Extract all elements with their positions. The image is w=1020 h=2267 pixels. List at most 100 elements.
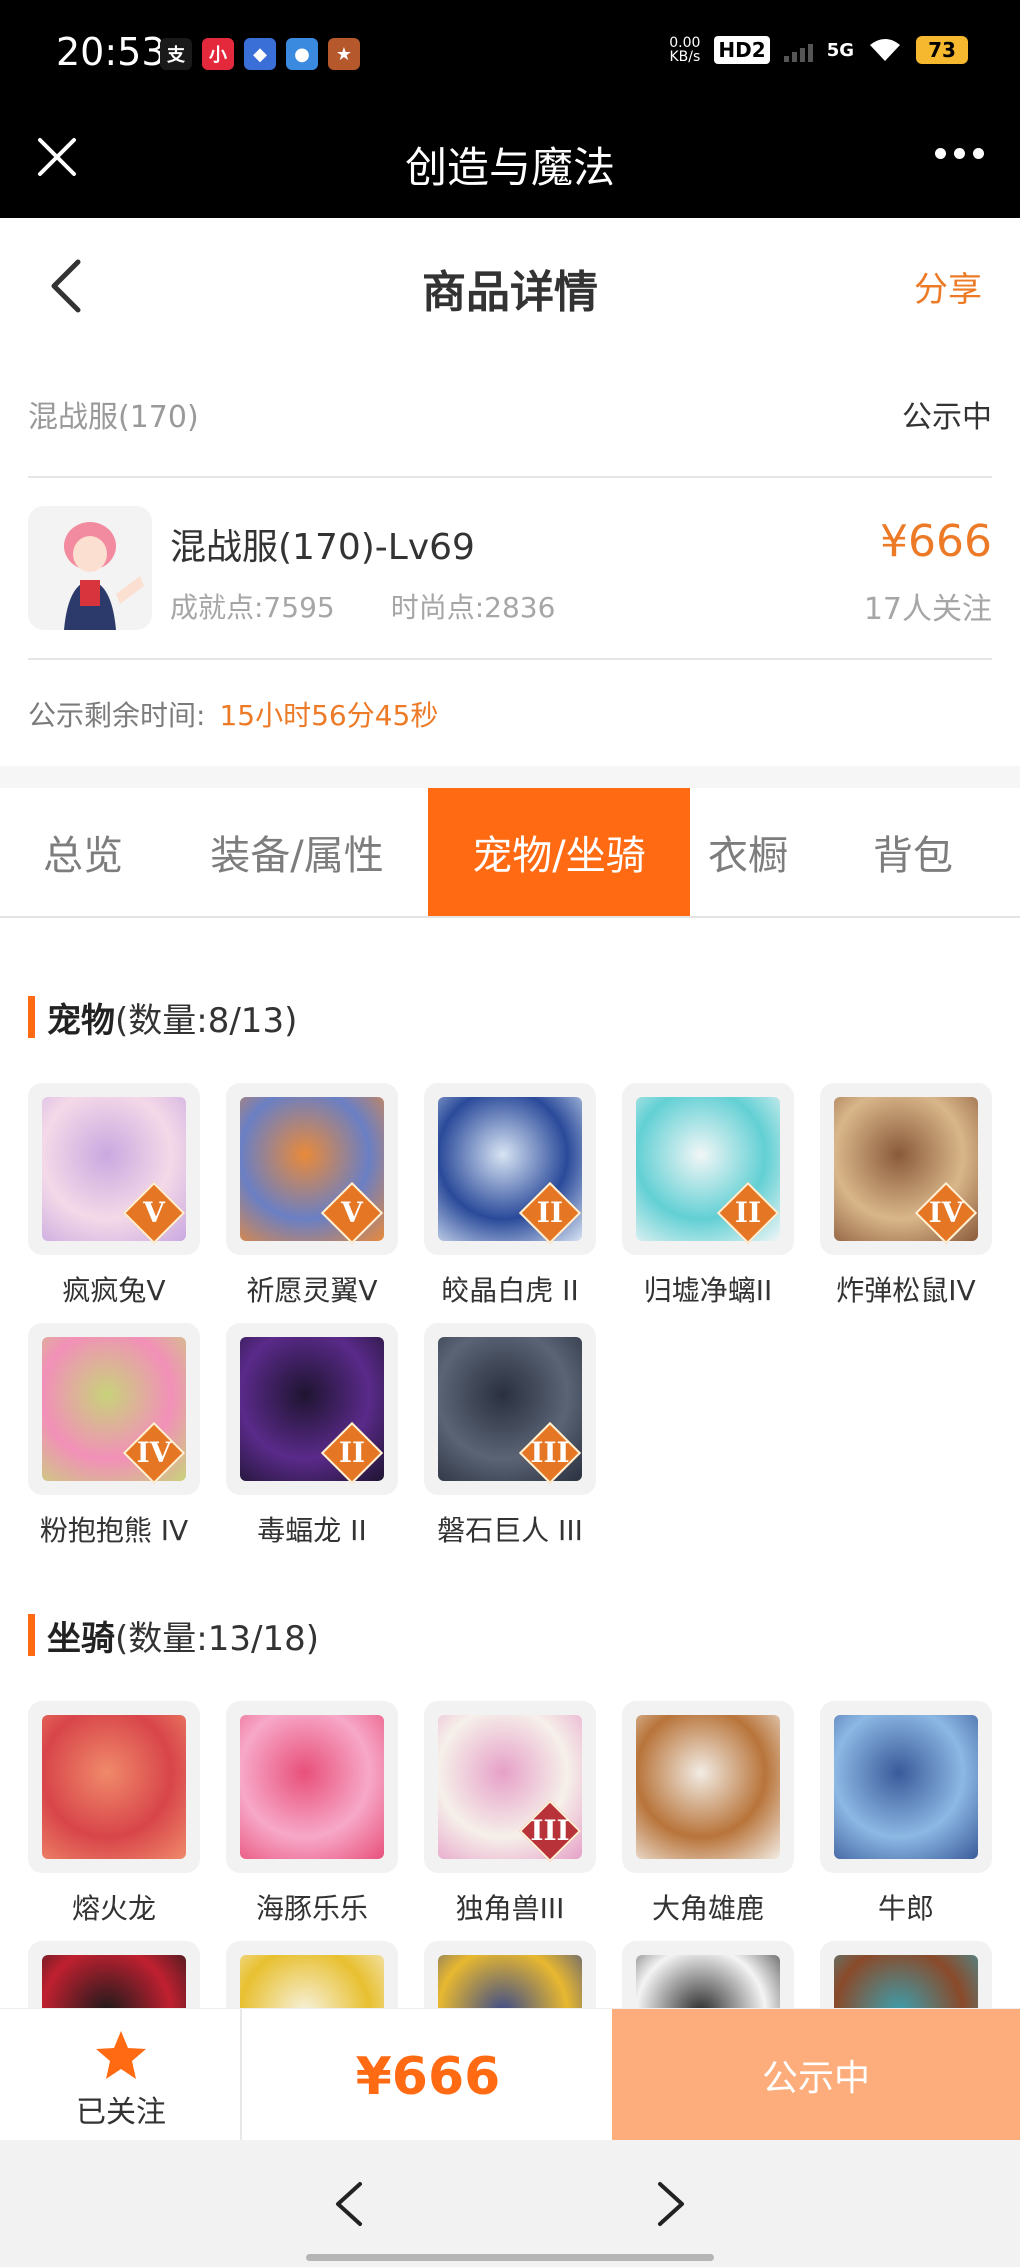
item-name: 熔火龙 [71, 1892, 156, 1925]
product-price: ¥666 [880, 516, 992, 567]
item-thumbnail: II [424, 1083, 596, 1255]
pet-card[interactable]: V 疯疯兔V [28, 1083, 200, 1309]
signal-weak-icon [783, 38, 813, 62]
item-name: 疯疯兔V [62, 1274, 166, 1307]
rank-badge-label: II [338, 1436, 366, 1469]
item-thumbnail: V [226, 1083, 398, 1255]
section-accent-bar [28, 1614, 35, 1656]
item-name: 磐石巨人 III [437, 1514, 583, 1547]
follow-label: 已关注 [76, 2095, 166, 2130]
net-speed: 0.00 KB/s [669, 35, 701, 65]
mount-card[interactable]: 海豚乐乐 [226, 1701, 398, 1927]
tab-1[interactable]: 装备/属性 [166, 788, 428, 916]
item-name: 归墟净螭II [643, 1274, 773, 1307]
rank-badge-label: II [734, 1196, 762, 1229]
lava-dragon-mount-icon [42, 1715, 186, 1859]
item-thumbnail [820, 1701, 992, 1873]
status-indicators: 0.00 KB/s HD2 5G 73 [669, 36, 968, 64]
item-thumbnail: IV [28, 1323, 200, 1495]
item-name: 独角兽III [455, 1892, 565, 1925]
pets-count: (数量:8/13) [115, 1000, 298, 1041]
pet-card[interactable]: V 祈愿灵翼V [226, 1083, 398, 1309]
share-button[interactable]: 分享 [914, 262, 982, 311]
mount-card[interactable]: III 独角兽III [424, 1701, 596, 1927]
pet-card[interactable]: II 毒蝠龙 II [226, 1323, 398, 1549]
wifi-icon [870, 39, 900, 61]
dolphin-lele-mount-icon [240, 1715, 384, 1859]
status-time: 20:53 [56, 30, 166, 74]
item-thumbnail: III [424, 1323, 596, 1495]
mounts-count: (数量:13/18) [115, 1618, 319, 1659]
achievement-points: 成就点:7595 [170, 591, 335, 624]
mount-card[interactable]: 牛郎 [820, 1701, 992, 1927]
mount-card[interactable]: 熔火龙 [28, 1701, 200, 1927]
product-stats: 成就点:7595 时尚点:2836 [170, 586, 555, 626]
item-name: 牛郎 [877, 1892, 934, 1925]
mount-card[interactable]: 大角雄鹿 [622, 1701, 794, 1927]
status-bar: 20:53 支小 ◆ ● ★ 0.00 KB/s HD2 5G 73 [0, 0, 1020, 110]
item-name: 皎晶白虎 II [441, 1274, 579, 1307]
pet-card[interactable]: II 归墟净螭II [622, 1083, 794, 1309]
tab-0[interactable]: 总览 [0, 788, 166, 916]
rank-badge-label: IV [928, 1196, 964, 1229]
page-header: 商品详情 分享 [0, 218, 1020, 352]
rank-badge-label: III [530, 1436, 570, 1469]
game-app-icon-2: ● [286, 38, 318, 70]
hd-voice-icon: HD2 [714, 36, 770, 64]
pet-card[interactable]: II 皎晶白虎 II [424, 1083, 596, 1309]
pets-section-title: 宠物 (数量:8/13) [28, 995, 298, 1041]
divider [28, 658, 992, 660]
section-accent-bar [28, 996, 35, 1038]
item-name: 炸弹松鼠IV [836, 1274, 976, 1307]
bottom-action-bar: 已关注 ¥666 公示中 [0, 2008, 1020, 2141]
alipay-icon: 支 [160, 38, 192, 70]
remaining-label: 公示剩余时间: [28, 699, 206, 732]
character-portrait-icon [28, 506, 152, 630]
server-row: 混战服(170) 公示中 [28, 388, 992, 438]
follow-button[interactable]: 已关注 [0, 2009, 242, 2141]
home-indicator[interactable] [306, 2254, 714, 2261]
character-avatar [28, 506, 152, 630]
item-thumbnail: II [226, 1323, 398, 1495]
publicity-status-button[interactable]: 公示中 [612, 2009, 1020, 2141]
item-name: 大角雄鹿 [651, 1892, 764, 1925]
detail-tabs: 总览 装备/属性 宠物/坐骑 衣橱 背包 [0, 788, 1020, 918]
mounts-section-title: 坐骑 (数量:13/18) [28, 1613, 319, 1659]
app-title: 创造与魔法 [404, 143, 615, 192]
tab-4[interactable]: 背包 [806, 788, 1020, 916]
item-name: 粉抱抱熊 IV [39, 1514, 189, 1547]
tab-2[interactable]: 宠物/坐骑 [428, 788, 690, 916]
publicity-remaining: 公示剩余时间: 15小时56分45秒 [28, 694, 438, 734]
nav-forward-icon[interactable] [650, 2178, 690, 2230]
pet-card[interactable]: III 磐石巨人 III [424, 1323, 596, 1549]
item-thumbnail: V [28, 1083, 200, 1255]
browser-nav-bar [0, 2140, 1020, 2267]
item-thumbnail [226, 1701, 398, 1873]
item-name: 毒蝠龙 II [257, 1514, 367, 1547]
follower-count: 17人关注 [863, 592, 992, 627]
item-name: 海豚乐乐 [255, 1892, 368, 1925]
item-thumbnail: II [622, 1083, 794, 1255]
mounts-title: 坐骑 [47, 1618, 115, 1659]
nav-back-icon[interactable] [330, 2178, 370, 2230]
section-gap [0, 766, 1020, 788]
rank-badge-label: V [341, 1196, 363, 1229]
great-antler-deer-mount-icon [636, 1715, 780, 1859]
remaining-time: 15小时56分45秒 [219, 699, 439, 732]
item-thumbnail: III [424, 1701, 596, 1873]
pet-card[interactable]: IV 炸弹松鼠IV [820, 1083, 992, 1309]
pet-card[interactable]: IV 粉抱抱熊 IV [28, 1323, 200, 1549]
divider [28, 476, 992, 478]
game-app-icon-1: ◆ [244, 38, 276, 70]
server-name: 混战服(170) [28, 400, 199, 435]
rank-badge-label: III [530, 1814, 570, 1847]
pets-title: 宠物 [47, 1000, 115, 1041]
network-5g-icon: 5G [826, 39, 854, 61]
item-thumbnail [28, 1701, 200, 1873]
more-options-icon[interactable] [935, 148, 984, 159]
page-title: 商品详情 [422, 267, 598, 318]
tab-3[interactable]: 衣橱 [690, 788, 806, 916]
rank-badge-label: II [536, 1196, 564, 1229]
rank-badge-label: V [143, 1196, 165, 1229]
item-name: 祈愿灵翼V [246, 1274, 378, 1307]
